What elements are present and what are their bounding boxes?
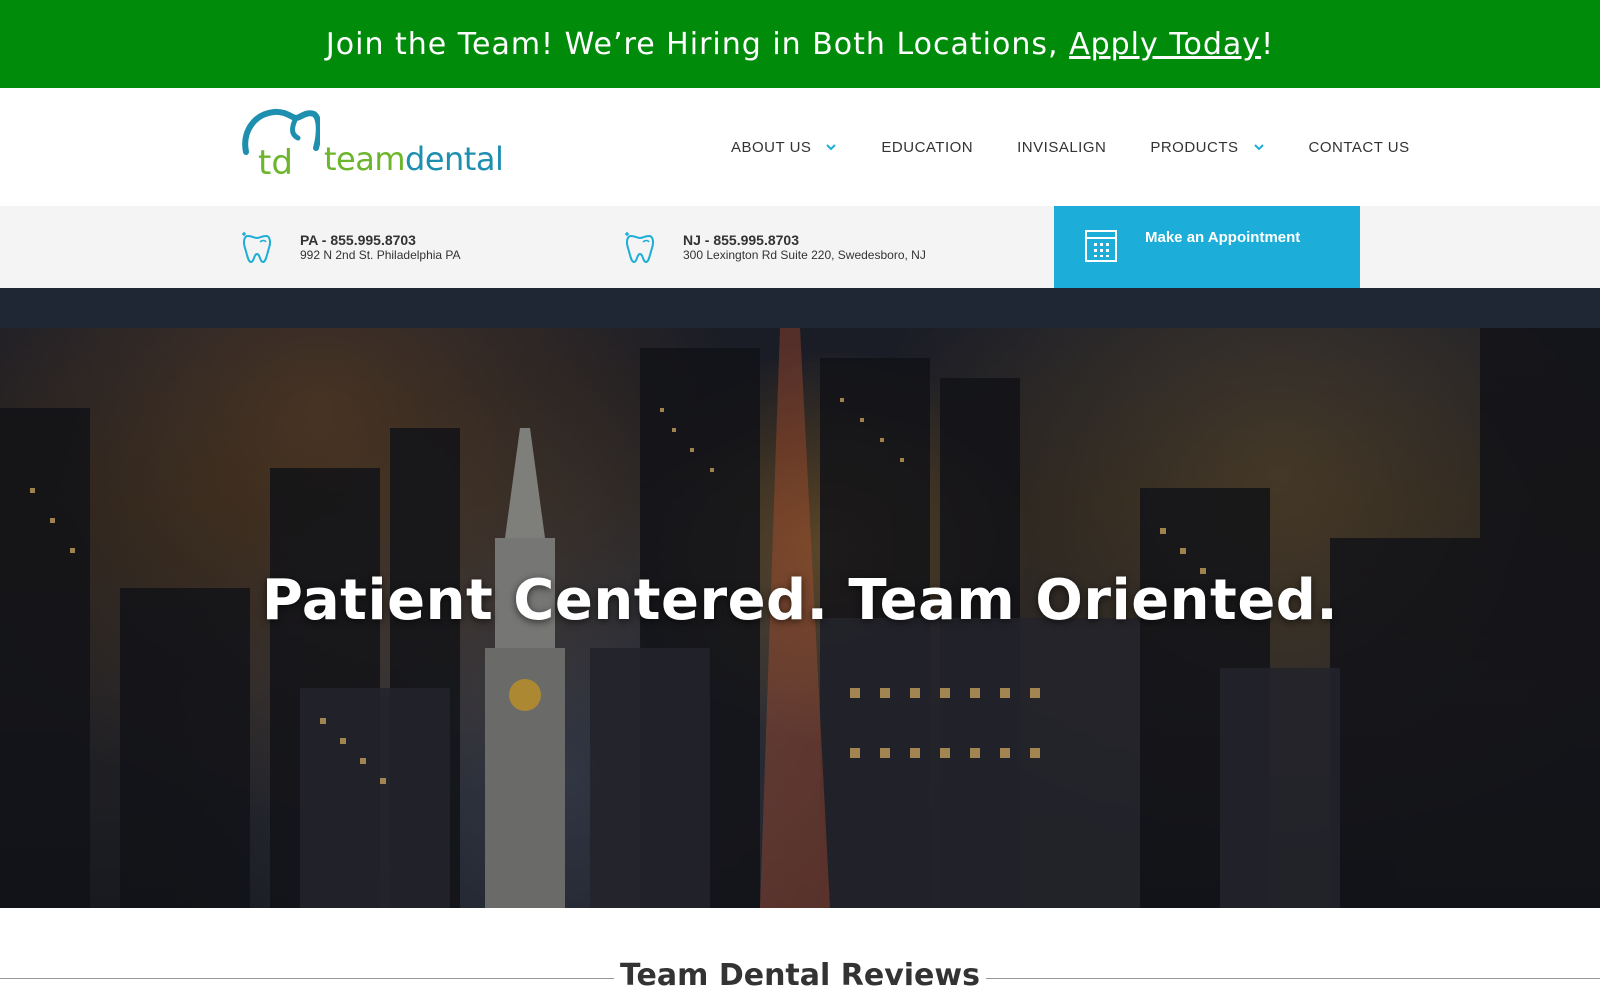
chevron-down-icon[interactable] [825, 141, 837, 153]
chevron-down-icon[interactable] [1253, 141, 1265, 153]
logo-tooth-icon: td [242, 108, 320, 180]
nav-label-invisalign: INVISALIGN [1017, 138, 1107, 156]
nav-item-invisalign[interactable]: INVISALIGN [1017, 139, 1106, 156]
nav-label-education: EDUCATION [881, 138, 974, 156]
nav-item-contact-us[interactable]: CONTACT US [1309, 139, 1410, 156]
site-header: td teamdental ABOUT US EDUCATION INVISAL… [0, 88, 1600, 206]
tooth-icon [625, 232, 654, 264]
hero-banner: Patient Centered. Team Oriented. [0, 288, 1600, 908]
reviews-title: Team Dental Reviews [620, 958, 980, 993]
calendar-icon [1085, 230, 1117, 262]
location-pa-text: PA - 855.995.8703 992 N 2nd St. Philadel… [300, 232, 461, 263]
location-nj: NJ - 855.995.8703 300 Lexington Rd Suite… [623, 206, 926, 288]
logo-word-team: team [324, 140, 406, 178]
location-nj-phone[interactable]: NJ - 855.995.8703 [683, 232, 926, 248]
nav-label-about-us: ABOUT US [731, 138, 812, 156]
divider-right [986, 978, 1600, 979]
divider-left [0, 978, 614, 979]
hero-headline: Patient Centered. Team Oriented. [261, 568, 1339, 633]
logo-word-dental: dental [405, 140, 504, 178]
location-pa-phone[interactable]: PA - 855.995.8703 [300, 232, 461, 248]
logo-wordmark: teamdental [324, 140, 504, 178]
location-pa: PA - 855.995.8703 992 N 2nd St. Philadel… [240, 206, 461, 288]
announcement-suffix: ! [1261, 26, 1275, 62]
reviews-section: Team Dental Reviews [0, 908, 1600, 1000]
announcement-text: Join the Team! We’re Hiring in Both Loca… [326, 27, 1274, 62]
nav-item-products[interactable]: PRODUCTS [1150, 139, 1264, 156]
apply-today-link[interactable]: Apply Today [1069, 27, 1261, 62]
tooth-icon [242, 232, 271, 264]
team-dental-logo[interactable]: td teamdental [240, 108, 504, 180]
make-appointment-label: Make an Appointment [1145, 229, 1301, 246]
location-pa-address: 992 N 2nd St. Philadelphia PA [300, 247, 461, 262]
main-nav: ABOUT US EDUCATION INVISALIGN PRODUCTS C… [731, 88, 1410, 206]
logo-mark-text: td [258, 143, 293, 180]
announcement-bar: Join the Team! We’re Hiring in Both Loca… [0, 0, 1600, 88]
announcement-message: Join the Team! We’re Hiring in Both Loca… [325, 26, 1070, 62]
nav-item-about-us[interactable]: ABOUT US [731, 139, 837, 156]
make-appointment-button[interactable]: Make an Appointment [1054, 206, 1360, 288]
nav-label-contact-us: CONTACT US [1308, 138, 1410, 156]
nav-label-products: PRODUCTS [1150, 138, 1239, 156]
nav-item-education[interactable]: EDUCATION [881, 139, 973, 156]
location-info-strip: PA - 855.995.8703 992 N 2nd St. Philadel… [0, 206, 1600, 288]
location-nj-address: 300 Lexington Rd Suite 220, Swedesboro, … [683, 247, 926, 262]
location-nj-text: NJ - 855.995.8703 300 Lexington Rd Suite… [683, 232, 926, 263]
